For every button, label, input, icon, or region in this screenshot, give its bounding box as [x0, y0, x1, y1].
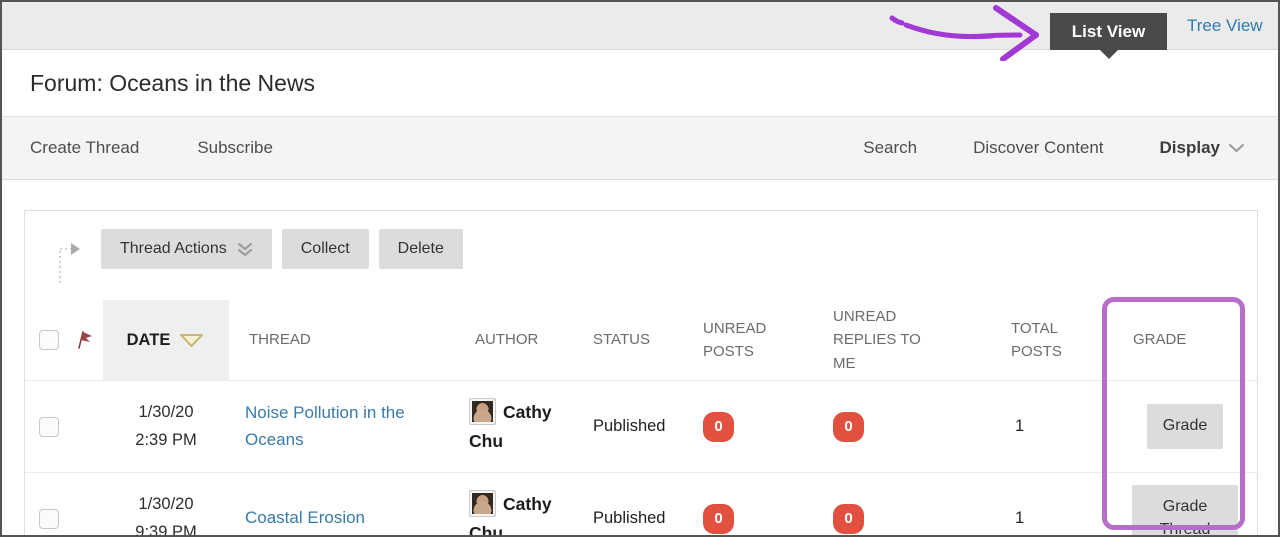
forum-action-bar: Create Thread Subscribe Search Discover …: [2, 116, 1278, 180]
action-bar-right: Search Discover Content Display: [863, 138, 1244, 158]
subscribe-button[interactable]: Subscribe: [197, 138, 273, 158]
row-grade-cell: Grade Thread: [1113, 473, 1257, 537]
row-unread-posts-cell: 0: [683, 381, 813, 472]
thread-toolbar: Thread Actions Collect Delete: [25, 211, 1257, 300]
row-thread-cell: Noise Pollution in the Oceans: [229, 381, 455, 472]
unread-replies-badge[interactable]: 0: [833, 412, 864, 442]
header-check-cell: [25, 300, 73, 380]
row-checkbox[interactable]: [39, 417, 59, 437]
row-flag-cell: [73, 381, 103, 472]
double-chevron-down-icon: [237, 242, 253, 257]
tab-list-view-label: List View: [1072, 22, 1145, 42]
view-tab-bar: List View Tree View: [2, 2, 1278, 50]
thread-date: 1/30/20: [138, 403, 193, 421]
row-author-cell: Cathy Chu: [455, 381, 573, 472]
row-status-cell: Published: [573, 473, 683, 537]
table-row: 1/30/20 2:39 PM Noise Pollution in the O…: [25, 380, 1257, 472]
table-row: 1/30/20 9:39 PM Coastal Erosion Cathy Ch…: [25, 472, 1257, 537]
search-button[interactable]: Search: [863, 138, 917, 158]
action-bar-left: Create Thread Subscribe: [30, 138, 273, 158]
table-header-row: DATE THREAD AUTHOR STATUS UNREAD POSTS U…: [25, 300, 1257, 380]
annotation-arrow-icon: [888, 3, 1050, 61]
row-checkbox[interactable]: [39, 509, 59, 529]
row-date-cell: 1/30/20 9:39 PM: [103, 473, 229, 537]
total-posts-value: 1: [1015, 417, 1024, 436]
row-total-posts-cell: 1: [991, 473, 1113, 537]
thread-list-panel: Thread Actions Collect Delete DAT: [24, 210, 1258, 537]
header-date-label: DATE: [127, 331, 171, 350]
header-unread-posts[interactable]: UNREAD POSTS: [683, 300, 813, 380]
unread-replies-badge[interactable]: 0: [833, 504, 864, 534]
row-check-cell: [25, 473, 73, 537]
unread-posts-badge[interactable]: 0: [703, 412, 734, 442]
page-title: Forum: Oceans in the News: [30, 70, 315, 97]
thread-link[interactable]: Coastal Erosion: [245, 505, 365, 531]
row-date-cell: 1/30/20 2:39 PM: [103, 381, 229, 472]
header-thread[interactable]: THREAD: [229, 300, 455, 380]
author-avatar: [469, 490, 496, 517]
header-author[interactable]: AUTHOR: [455, 300, 573, 380]
row-unread-replies-cell: 0: [813, 473, 991, 537]
thread-actions-button[interactable]: Thread Actions: [101, 229, 272, 269]
header-grade: GRADE: [1113, 300, 1257, 380]
indent-arrow-icon: [55, 237, 83, 290]
thread-date: 1/30/20: [138, 495, 193, 513]
tab-tree-view[interactable]: Tree View: [1187, 2, 1263, 50]
sort-descending-icon: [178, 332, 205, 349]
unread-posts-badge[interactable]: 0: [703, 504, 734, 534]
page-header: Forum: Oceans in the News: [2, 50, 1278, 116]
row-check-cell: [25, 381, 73, 472]
row-author-cell: Cathy Chu: [455, 473, 573, 537]
row-unread-replies-cell: 0: [813, 381, 991, 472]
grade-button[interactable]: Grade: [1147, 404, 1223, 448]
row-unread-posts-cell: 0: [683, 473, 813, 537]
thread-time: 2:39 PM: [135, 431, 196, 449]
header-total-posts[interactable]: TOTAL POSTS: [991, 300, 1113, 380]
forum-list-view-page: List View Tree View Forum: Oceans in the…: [0, 0, 1280, 537]
row-total-posts-cell: 1: [991, 381, 1113, 472]
status-text: Published: [593, 509, 665, 528]
header-status[interactable]: STATUS: [573, 300, 683, 380]
thread-actions-label: Thread Actions: [120, 240, 227, 258]
chevron-down-icon: [1229, 143, 1244, 153]
collect-button[interactable]: Collect: [282, 229, 369, 269]
thread-link[interactable]: Noise Pollution in the Oceans: [245, 400, 431, 453]
tab-list-view[interactable]: List View: [1050, 13, 1167, 50]
row-thread-cell: Coastal Erosion: [229, 473, 455, 537]
discover-content-button[interactable]: Discover Content: [973, 138, 1103, 158]
header-flag-cell: [73, 300, 103, 380]
thread-time: 9:39 PM: [135, 523, 196, 537]
total-posts-value: 1: [1015, 509, 1024, 528]
author-avatar: [469, 398, 496, 425]
grade-thread-button[interactable]: Grade Thread: [1132, 485, 1238, 537]
selected-tab-notch: [1099, 49, 1119, 59]
create-thread-button[interactable]: Create Thread: [30, 138, 139, 158]
display-menu-button[interactable]: Display: [1160, 138, 1244, 158]
row-flag-cell: [73, 473, 103, 537]
header-date[interactable]: DATE: [103, 300, 229, 380]
status-text: Published: [593, 417, 665, 436]
delete-button[interactable]: Delete: [379, 229, 463, 269]
display-menu-label: Display: [1160, 138, 1220, 158]
header-unread-replies[interactable]: UNREAD REPLIES TO ME: [813, 300, 991, 380]
select-all-checkbox[interactable]: [39, 330, 59, 350]
row-status-cell: Published: [573, 381, 683, 472]
flag-icon: [77, 329, 94, 351]
row-grade-cell: Grade: [1113, 381, 1257, 472]
